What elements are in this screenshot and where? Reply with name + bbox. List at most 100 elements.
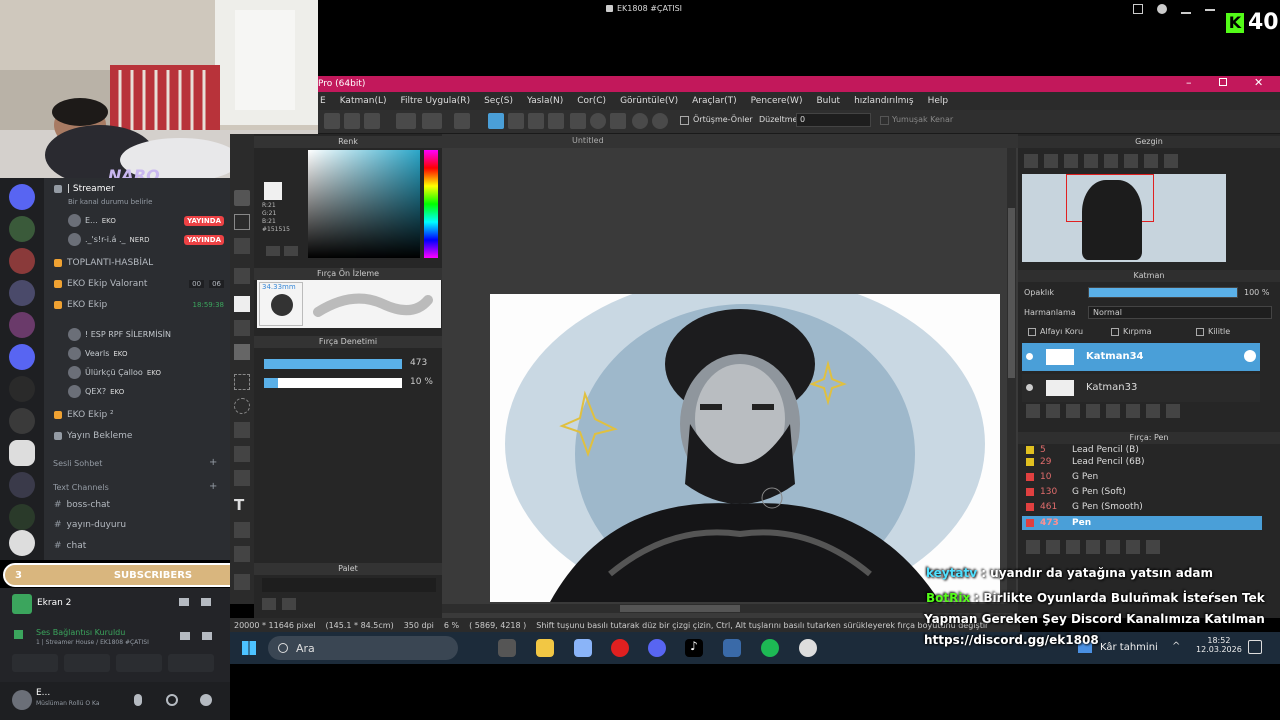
correction-input[interactable]: 0: [796, 113, 871, 127]
disconnect-icon[interactable]: [202, 632, 212, 640]
navigator-preview[interactable]: [1022, 174, 1226, 262]
brush-menu-icon[interactable]: [1066, 540, 1080, 554]
select-tool-icon[interactable]: [234, 374, 250, 390]
taskbar-search[interactable]: Ara: [268, 636, 458, 660]
alpha-lock-checkbox[interactable]: [1028, 328, 1036, 336]
voice-channel[interactable]: Yayın Bekleme: [54, 431, 132, 441]
scroll-thumb[interactable]: [1008, 208, 1015, 378]
rotate-icon[interactable]: [632, 113, 648, 129]
brush-upload-icon[interactable]: [1026, 540, 1040, 554]
voice-user[interactable]: E... EKO YAYINDA: [68, 214, 224, 227]
app-restore-icon[interactable]: [1219, 78, 1227, 86]
grid-icon[interactable]: [528, 113, 544, 129]
text-channel[interactable]: # chat: [54, 541, 86, 551]
lock-checkbox[interactable]: [1196, 328, 1204, 336]
text-section-header[interactable]: Text Channels: [53, 483, 109, 492]
server-icon[interactable]: [9, 280, 35, 306]
voice-user[interactable]: ._'s!r-i.á ._ NERD YAYINDA: [68, 233, 224, 246]
duplicate-icon[interactable]: [1126, 404, 1140, 418]
tray-arrow-icon[interactable]: ^: [1172, 641, 1180, 652]
primary-color-swatch[interactable]: [264, 182, 282, 200]
brush-size-slider[interactable]: [264, 359, 402, 369]
brush-item[interactable]: 29 Lead Pencil (6B): [1022, 455, 1262, 469]
new-file-icon[interactable]: [324, 113, 340, 129]
server-icon[interactable]: [9, 312, 35, 338]
undo-icon[interactable]: [396, 113, 416, 129]
redo-icon[interactable]: [422, 113, 442, 129]
hue-slider[interactable]: [424, 150, 438, 258]
server-icon[interactable]: [9, 472, 35, 498]
scroll-thumb[interactable]: [620, 605, 740, 612]
voice-user[interactable]: Ülürkçü Çalloo EKO: [68, 366, 161, 379]
circle-guide-icon[interactable]: [590, 113, 606, 129]
zoom-in-icon[interactable]: [1024, 154, 1038, 168]
brush-delete-icon[interactable]: [1146, 540, 1160, 554]
clock[interactable]: 18:52 12.03.2026: [1196, 636, 1242, 654]
layer-row[interactable]: Katman33: [1022, 374, 1260, 402]
select-pen-icon[interactable]: [234, 446, 250, 462]
fill-rect-icon[interactable]: [234, 296, 250, 312]
brush-opacity-slider[interactable]: [264, 378, 402, 388]
voice-user[interactable]: ! ESP RPF SİLERMİSİN: [68, 328, 171, 341]
minimize-icon[interactable]: [1205, 9, 1215, 11]
server-icon[interactable]: [9, 408, 35, 434]
visibility-icon[interactable]: [1026, 384, 1033, 391]
symmetry-icon[interactable]: [548, 113, 564, 129]
menu-item[interactable]: Pencere(W): [751, 96, 803, 106]
new-folder-icon[interactable]: [1066, 404, 1080, 418]
file-explorer-icon[interactable]: [536, 639, 554, 657]
palette-add-icon[interactable]: [262, 598, 276, 610]
menu-item[interactable]: Katman(L): [340, 96, 387, 106]
menu-item[interactable]: Yasla(N): [527, 96, 563, 106]
app-icon[interactable]: [723, 639, 741, 657]
text-tool-icon[interactable]: T: [234, 496, 244, 514]
voice-user[interactable]: QEX? EKO: [68, 385, 124, 398]
menu-item[interactable]: Görüntüle(V): [620, 96, 678, 106]
voice-connected-label[interactable]: Ses Bağlantısı Kuruldu: [36, 628, 125, 637]
streamer-channel[interactable]: | Streamer: [54, 184, 115, 194]
notification-icon[interactable]: [1248, 640, 1262, 654]
palette-delete-icon[interactable]: [282, 598, 296, 610]
blend-dropdown[interactable]: Normal: [1088, 306, 1272, 319]
brush-copy-icon[interactable]: [1086, 540, 1100, 554]
headphones-icon[interactable]: [166, 694, 178, 706]
brush-item[interactable]: 10 G Pen: [1022, 470, 1262, 484]
server-icon[interactable]: [9, 440, 35, 466]
eyedropper-icon[interactable]: [234, 546, 250, 562]
lasso-tool-icon[interactable]: [234, 398, 250, 414]
snap-icon[interactable]: [570, 113, 586, 129]
server-icon[interactable]: [9, 344, 35, 370]
pen-tool-icon[interactable]: [234, 190, 250, 206]
text-channel[interactable]: # yayın-duyuru: [54, 520, 126, 530]
settings-icon[interactable]: [652, 113, 668, 129]
brush-duplicate-icon[interactable]: [1126, 540, 1140, 554]
brush-item-selected[interactable]: 473 Pen: [1022, 516, 1262, 530]
menu-item[interactable]: hızlandırılmış: [854, 96, 914, 106]
soundboard-button[interactable]: [168, 654, 214, 672]
activities-button[interactable]: [116, 654, 162, 672]
menu-item[interactable]: Seç(S): [484, 96, 513, 106]
color-mode-icon[interactable]: [266, 246, 280, 256]
reset-view-icon[interactable]: [1124, 154, 1138, 168]
overlap-checkbox[interactable]: [680, 116, 689, 125]
zoom-out-icon[interactable]: [1084, 154, 1098, 168]
menu-item[interactable]: Help: [928, 96, 949, 106]
hand-tool-icon[interactable]: [234, 522, 250, 538]
weather-label[interactable]: Kâr tahmini: [1100, 642, 1158, 653]
add-channel-icon[interactable]: +: [209, 457, 217, 468]
task-view-icon[interactable]: [498, 639, 516, 657]
curve-guide-icon[interactable]: [610, 113, 626, 129]
screen-close-icon[interactable]: [201, 598, 211, 606]
brush-item[interactable]: 130 G Pen (Soft): [1022, 485, 1262, 499]
opacity-slider[interactable]: [1088, 287, 1238, 298]
palette-dropdown[interactable]: [262, 578, 436, 592]
menu-item[interactable]: Filtre Uygula(R): [401, 96, 471, 106]
new-layer-icon[interactable]: [1026, 404, 1040, 418]
brush-folder-icon[interactable]: [1106, 540, 1120, 554]
download-icon[interactable]: [1181, 4, 1191, 14]
server-icon[interactable]: [9, 376, 35, 402]
canvas-vertical-scrollbar[interactable]: [1007, 148, 1016, 604]
opera-icon[interactable]: [611, 639, 629, 657]
brush-tool-icon[interactable]: [234, 238, 250, 254]
screen-share-button[interactable]: [64, 654, 110, 672]
